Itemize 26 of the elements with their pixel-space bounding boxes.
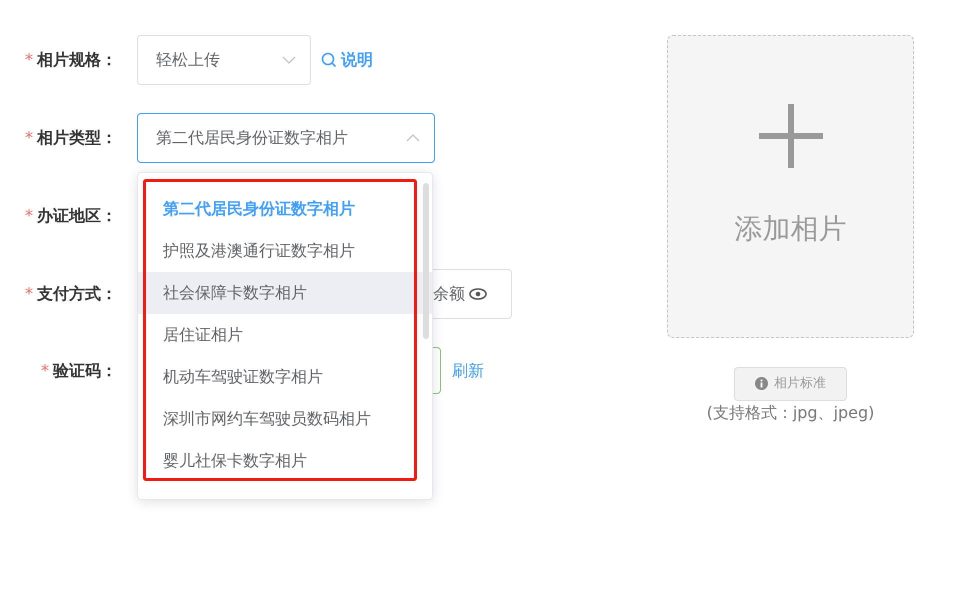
field-label: 验证码： — [53, 360, 117, 382]
chevron-down-icon — [282, 56, 296, 64]
required-asterisk: * — [25, 49, 33, 71]
field-label: 支付方式： — [37, 283, 117, 305]
field-label: 相片类型： — [37, 127, 117, 149]
dropdown-option[interactable]: 机动车驾驶证数字相片 — [138, 356, 432, 398]
dropdown-option[interactable]: 深圳市网约车驾驶员数码相片 — [138, 398, 432, 440]
select-field[interactable]: 第二代居民身份证数字相片 — [137, 113, 435, 163]
field-label: 相片规格： — [37, 49, 117, 71]
info-icon — [755, 377, 768, 390]
required-asterisk: * — [41, 360, 49, 382]
format-note: (支持格式：jpg、jpeg) — [706, 402, 874, 424]
eye-icon — [469, 288, 487, 300]
select-field[interactable]: 轻松上传 — [137, 35, 311, 85]
search-icon — [321, 52, 337, 68]
chevron-up-icon — [406, 134, 420, 142]
required-asterisk: * — [25, 205, 33, 227]
dropdown-option[interactable]: 居住证相片 — [138, 314, 432, 356]
dropdown-option[interactable]: 婴儿社保卡数字相片 — [138, 440, 432, 482]
required-asterisk: * — [25, 127, 33, 149]
dropdown-option[interactable]: 护照及港澳通行证数字相片 — [138, 230, 432, 272]
plus-icon — [758, 104, 822, 168]
scrollbar-thumb[interactable] — [423, 183, 429, 339]
field-label: 办证地区： — [37, 205, 117, 227]
required-asterisk: * — [25, 283, 33, 305]
dropdown-option[interactable]: 社会保障卡数字相片 — [138, 272, 432, 314]
